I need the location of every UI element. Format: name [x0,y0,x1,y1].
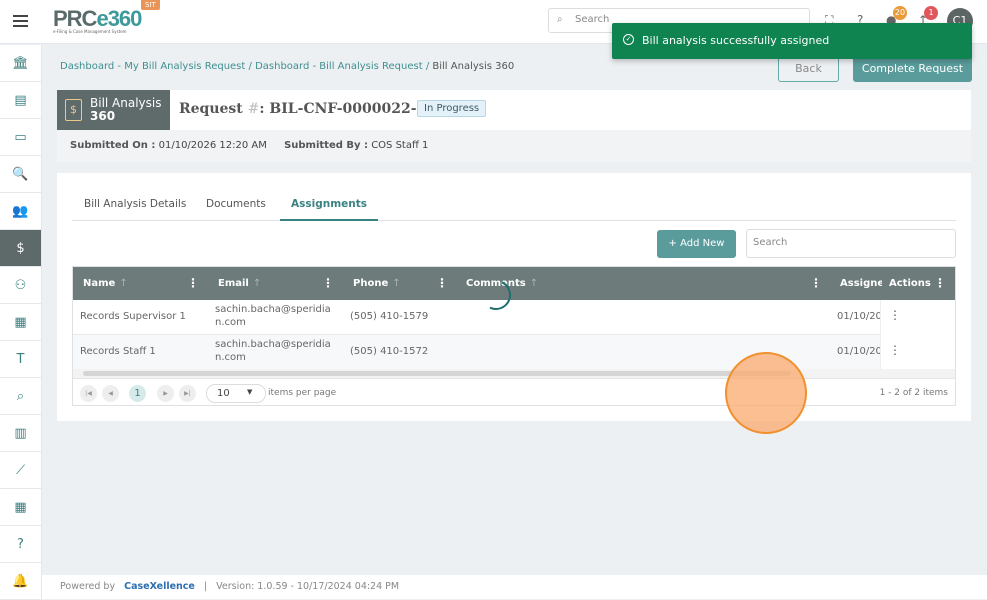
sidebar-text-note-icon[interactable]: T [0,341,41,378]
table-row[interactable]: Records Staff 1 sachin.bacha@speridia n.… [73,335,955,370]
back-button[interactable]: Back [778,55,839,82]
last-page-button[interactable]: ▶| [179,385,196,402]
sidebar-document-search-icon[interactable]: 🔍 [0,156,41,193]
alert-badge: 1 [924,6,938,20]
sidebar-scan-search-icon[interactable]: ⌕ [0,378,41,415]
success-toast: ✓ Bill analysis successfully assigned [612,23,972,59]
submission-info: Submitted On : 01/10/2026 12:20 AM Submi… [57,130,971,162]
grid-header: Name ↑ ⋮ Email ↑ ⋮ Phone ↑ ⋮ Comments ↑ ⋮ As… [73,267,955,300]
prev-page-button[interactable]: ◀ [102,385,119,402]
row-actions-icon[interactable]: ⋮ [880,335,955,370]
breadcrumb-current: Bill Analysis 360 [432,61,515,72]
grid-search-input[interactable]: Search [746,229,956,258]
status-badge: In Progress [417,100,487,117]
version-text: Version: 1.0.59 - 10/17/2024 04:24 PM [216,581,400,592]
sidebar-dollar-document-icon[interactable]: $ [0,230,41,267]
breadcrumb-link[interactable]: Dashboard - Bill Analysis Request [255,61,423,72]
request-number: Request #: BIL-CNF-0000022-26 [179,101,436,117]
sidebar-calendar-icon[interactable]: ▦ [0,489,41,526]
sidebar-bank-icon[interactable]: 🏛 [0,45,41,82]
tab-bill-analysis-details[interactable]: Bill Analysis Details [84,198,186,210]
menu-icon[interactable] [13,15,28,27]
sidebar: 🏛 ▤ ▭ 🔍 👥 $ ⚇ ▦ T ⌕ ▥ ⟋ ▦ ? 🔔 [0,45,42,600]
breadcrumb: Dashboard - My Bill Analysis Request / D… [60,61,515,72]
sidebar-document-icon[interactable]: ▤ [0,82,41,119]
horizontal-scrollbar[interactable] [73,369,955,378]
pager: |◀ ◀ 1 ▶ ▶| 10 ▼ items per page 1 - 2 of … [73,378,955,405]
dollar-document-icon: $ [65,99,82,121]
column-menu-icon[interactable]: ⋮ [187,276,199,290]
sidebar-network-icon[interactable]: ⚇ [0,267,41,304]
footer: Powered by CaseXellence | Version: 1.0.5… [42,575,987,599]
env-badge: SIT [141,0,160,10]
sidebar-chart-icon[interactable]: ⟋ [0,452,41,489]
column-menu-icon[interactable]: ⋮ [436,276,448,290]
tab-bar: Bill Analysis Details Documents Assignme… [72,193,956,221]
logo-subtitle: e-Filing & Case Management System [53,29,127,34]
tab-assignments[interactable]: Assignments [280,198,379,221]
click-indicator [725,352,807,434]
sidebar-book-icon[interactable]: ▥ [0,415,41,452]
column-menu-icon[interactable]: ⋮ [322,276,334,290]
search-icon: ⌕ [557,14,563,25]
add-new-button[interactable]: + Add New [657,230,736,258]
sidebar-building-icon[interactable]: ▦ [0,304,41,341]
column-menu-icon[interactable]: ⋮ [810,276,822,290]
chevron-down-icon: ▼ [247,388,253,396]
pager-summary: 1 - 2 of 2 items [879,388,948,398]
sidebar-comment-icon[interactable]: ▭ [0,119,41,156]
column-phone[interactable]: Phone ↑ [353,278,401,289]
column-name[interactable]: Name ↑ [83,278,128,289]
assignments-grid: Name ↑ ⋮ Email ↑ ⋮ Phone ↑ ⋮ Comments ↑ ⋮ As… [72,266,956,406]
first-page-button[interactable]: |◀ [80,385,97,402]
page-1-button[interactable]: 1 [129,385,146,402]
tab-documents[interactable]: Documents [206,198,266,210]
scrollbar-thumb[interactable] [83,371,791,376]
table-row[interactable]: Records Supervisor 1 sachin.bacha@sperid… [73,300,955,335]
page-size-select[interactable]: 10 ▼ [206,384,266,403]
breadcrumb-link[interactable]: Dashboard - My Bill Analysis Request [60,61,245,72]
next-page-button[interactable]: ▶ [157,385,174,402]
sidebar-alarm-icon[interactable]: 🔔 [0,563,41,600]
sidebar-users-icon[interactable]: 👥 [0,193,41,230]
casexellence-logo: CaseXellence [124,581,195,592]
column-menu-icon[interactable]: ⋮ [934,276,946,290]
column-email[interactable]: Email ↑ [218,278,261,289]
row-actions-icon[interactable]: ⋮ [880,300,955,335]
assignments-card: Bill Analysis Details Documents Assignme… [57,173,971,421]
notification-badge: 20 [893,6,907,20]
sidebar-help-icon[interactable]: ? [0,526,41,563]
column-assigned[interactable]: Assigned [840,278,882,289]
module-badge: $ Bill Analysis 360 [57,90,170,130]
complete-request-button[interactable]: Complete Request [853,55,972,82]
request-header: $ Bill Analysis 360 Request #: BIL-CNF-0… [57,90,971,162]
check-circle-icon: ✓ [623,34,634,45]
column-actions: Actions [889,278,931,289]
